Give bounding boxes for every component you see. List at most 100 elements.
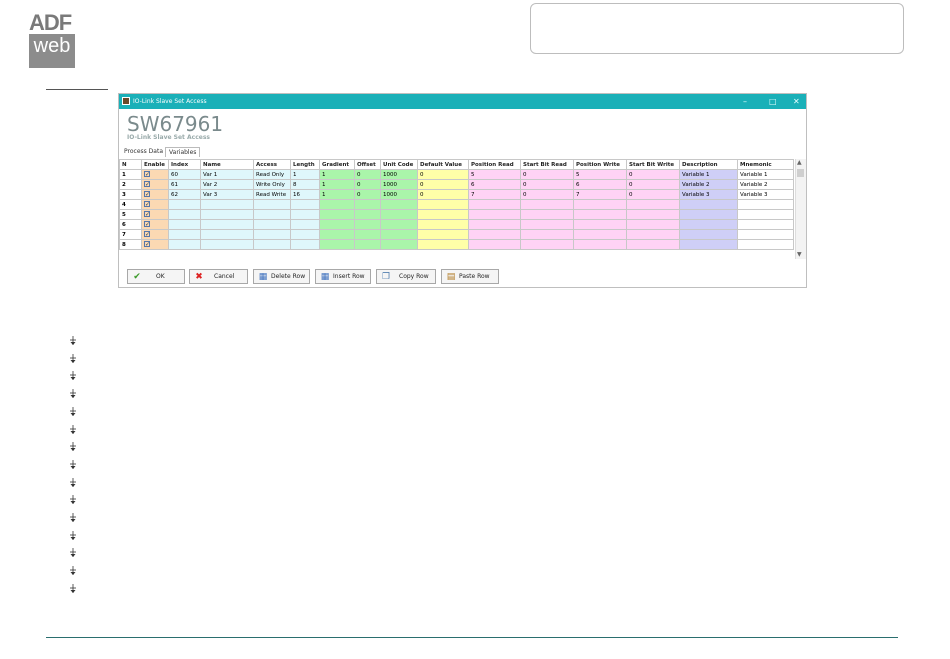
table-cell[interactable] <box>168 219 201 230</box>
table-cell[interactable] <box>354 209 381 220</box>
table-cell[interactable] <box>417 229 469 240</box>
scrollbar-thumb[interactable] <box>797 169 804 177</box>
table-cell[interactable]: 0 <box>417 169 469 180</box>
table-cell[interactable]: 6 <box>573 179 627 190</box>
paste-row-button[interactable]: ▤ Paste Row <box>441 269 499 284</box>
table-cell[interactable] <box>253 209 291 220</box>
table-cell[interactable]: Variable 2 <box>679 179 738 190</box>
table-cell[interactable] <box>520 219 574 230</box>
table-cell[interactable] <box>319 219 355 230</box>
table-cell[interactable] <box>417 199 469 210</box>
table-cell[interactable] <box>168 229 201 240</box>
table-cell[interactable] <box>200 219 254 230</box>
table-cell[interactable] <box>417 219 469 230</box>
table-cell[interactable]: 0 <box>354 179 381 190</box>
table-cell[interactable]: 5 <box>468 169 521 180</box>
table-cell[interactable] <box>573 199 627 210</box>
table-cell[interactable]: Read Only <box>253 169 291 180</box>
cancel-button[interactable]: ✖ Cancel <box>189 269 248 284</box>
table-cell[interactable] <box>679 239 738 250</box>
table-cell[interactable] <box>737 239 794 250</box>
table-cell[interactable]: 0 <box>354 169 381 180</box>
table-cell[interactable] <box>626 239 680 250</box>
column-header[interactable]: Default Value <box>417 159 469 170</box>
checkbox-checked-icon[interactable]: ✓ <box>144 171 150 178</box>
checkbox-checked-icon[interactable]: ✓ <box>144 221 150 228</box>
scroll-down-icon[interactable]: ▼ <box>797 251 802 258</box>
table-cell[interactable]: Var 2 <box>200 179 254 190</box>
table-cell[interactable]: 0 <box>626 189 680 200</box>
table-cell[interactable] <box>737 209 794 220</box>
table-cell[interactable] <box>253 219 291 230</box>
table-cell[interactable] <box>319 239 355 250</box>
table-cell[interactable] <box>354 239 381 250</box>
column-header[interactable]: Index <box>168 159 201 170</box>
table-cell[interactable] <box>573 219 627 230</box>
table-cell[interactable] <box>290 239 320 250</box>
table-cell[interactable]: Var 3 <box>200 189 254 200</box>
table-cell[interactable]: 7 <box>468 189 521 200</box>
table-cell[interactable]: 0 <box>417 189 469 200</box>
table-cell[interactable] <box>319 199 355 210</box>
table-cell[interactable]: 7 <box>573 189 627 200</box>
table-cell[interactable] <box>737 219 794 230</box>
column-header[interactable]: Position Read <box>468 159 521 170</box>
table-cell[interactable] <box>679 229 738 240</box>
table-cell[interactable] <box>200 209 254 220</box>
table-cell[interactable]: Variable 1 <box>679 169 738 180</box>
table-cell[interactable] <box>380 239 418 250</box>
table-cell[interactable] <box>468 219 521 230</box>
column-header[interactable]: Position Write <box>573 159 627 170</box>
column-header[interactable]: Start Bit Write <box>626 159 680 170</box>
table-cell[interactable] <box>626 199 680 210</box>
table-cell[interactable]: 1000 <box>380 189 418 200</box>
table-cell[interactable]: 0 <box>417 179 469 190</box>
table-cell[interactable] <box>168 239 201 250</box>
maximize-button[interactable]: □ <box>769 94 777 109</box>
table-cell[interactable] <box>290 219 320 230</box>
table-cell[interactable] <box>626 209 680 220</box>
table-cell[interactable]: 5 <box>573 169 627 180</box>
copy-row-button[interactable]: ❐ Copy Row <box>376 269 436 284</box>
checkbox-checked-icon[interactable]: ✓ <box>144 181 150 188</box>
table-cell[interactable] <box>253 229 291 240</box>
close-button[interactable]: ✕ <box>793 94 800 109</box>
enable-checkbox-cell[interactable]: ✓ <box>141 209 169 220</box>
table-cell[interactable] <box>573 209 627 220</box>
table-cell[interactable] <box>200 199 254 210</box>
table-cell[interactable] <box>417 209 469 220</box>
table-cell[interactable]: 6 <box>468 179 521 190</box>
table-scrollbar[interactable]: ▲ ▼ <box>795 159 806 259</box>
enable-checkbox-cell[interactable]: ✓ <box>141 219 169 230</box>
table-cell[interactable] <box>200 229 254 240</box>
checkbox-checked-icon[interactable]: ✓ <box>144 191 150 198</box>
column-header[interactable]: Description <box>679 159 738 170</box>
table-cell[interactable]: 16 <box>290 189 320 200</box>
table-cell[interactable] <box>354 199 381 210</box>
table-cell[interactable] <box>679 199 738 210</box>
table-cell[interactable]: 1 <box>319 169 355 180</box>
table-cell[interactable] <box>290 229 320 240</box>
enable-checkbox-cell[interactable]: ✓ <box>141 179 169 190</box>
table-cell[interactable] <box>253 239 291 250</box>
table-cell[interactable] <box>737 229 794 240</box>
table-cell[interactable] <box>520 239 574 250</box>
column-header[interactable]: Name <box>200 159 254 170</box>
table-cell[interactable] <box>468 239 521 250</box>
table-cell[interactable]: 0 <box>520 169 574 180</box>
enable-checkbox-cell[interactable]: ✓ <box>141 229 169 240</box>
table-cell[interactable]: 1 <box>319 189 355 200</box>
table-cell[interactable] <box>380 209 418 220</box>
checkbox-checked-icon[interactable]: ✓ <box>144 241 150 248</box>
table-cell[interactable] <box>679 209 738 220</box>
table-cell[interactable] <box>290 199 320 210</box>
table-cell[interactable] <box>319 209 355 220</box>
column-header[interactable]: Unit Code <box>380 159 418 170</box>
table-cell[interactable] <box>468 209 521 220</box>
table-cell[interactable] <box>354 219 381 230</box>
column-header[interactable]: N <box>119 159 142 170</box>
table-cell[interactable]: Variable 3 <box>679 189 738 200</box>
table-cell[interactable] <box>626 219 680 230</box>
table-cell[interactable]: Read Write <box>253 189 291 200</box>
table-cell[interactable] <box>168 199 201 210</box>
